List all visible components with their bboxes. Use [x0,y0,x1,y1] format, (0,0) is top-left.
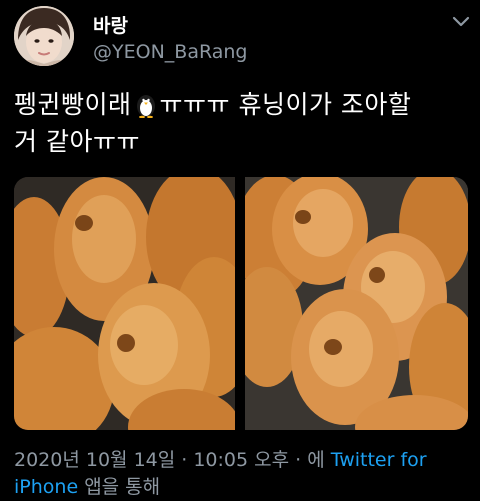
timestamp-row-1: 2020년 10월 14일 · 10:05 오후 · 에 Twitter for [14,447,474,474]
tweet-card: 바랑 @YEON_BaRang 펭귄빵이래 ㅠㅠㅠ 휴닝이가 조아할 거 같아ㅠ… [0,0,480,501]
tweet-text-segment: 펭귄빵이래 [14,90,132,119]
chevron-down-icon[interactable] [452,14,470,28]
timestamp-row-2: iPhone 앱을 통해 [14,474,474,501]
source-suffix: 앱을 통해 [84,476,161,498]
tweet-text-segment: ㅠㅠㅠ 휴닝이가 조아할 [159,90,412,119]
tweet-text: 펭귄빵이래 ㅠㅠㅠ 휴닝이가 조아할 거 같아ㅠㅠ [14,86,474,160]
avatar[interactable] [14,6,74,66]
photo-left[interactable] [14,177,235,430]
profile-photo-icon [14,6,74,66]
source-link-continued[interactable]: iPhone [14,476,78,498]
tweet-timestamp: 2020년 10월 14일 · 10:05 오후 · 에 Twitter for… [14,447,474,501]
user-handle[interactable]: @YEON_BaRang [93,41,248,63]
media-grid [14,177,468,430]
display-name[interactable]: 바랑 [93,11,128,38]
timestamp-text: 2020년 10월 14일 · 10:05 오후 · 에 [14,449,325,471]
penguin-icon [136,95,155,118]
pastry-photo-icon [14,177,235,430]
source-link[interactable]: Twitter for [331,449,427,471]
tweet-text-line-2: 거 같아ㅠㅠ [14,127,140,156]
tweet-text-line-1: 펭귄빵이래 ㅠㅠㅠ 휴닝이가 조아할 [14,86,474,123]
photo-right[interactable] [245,177,468,430]
pastry-photo-icon [245,177,468,430]
